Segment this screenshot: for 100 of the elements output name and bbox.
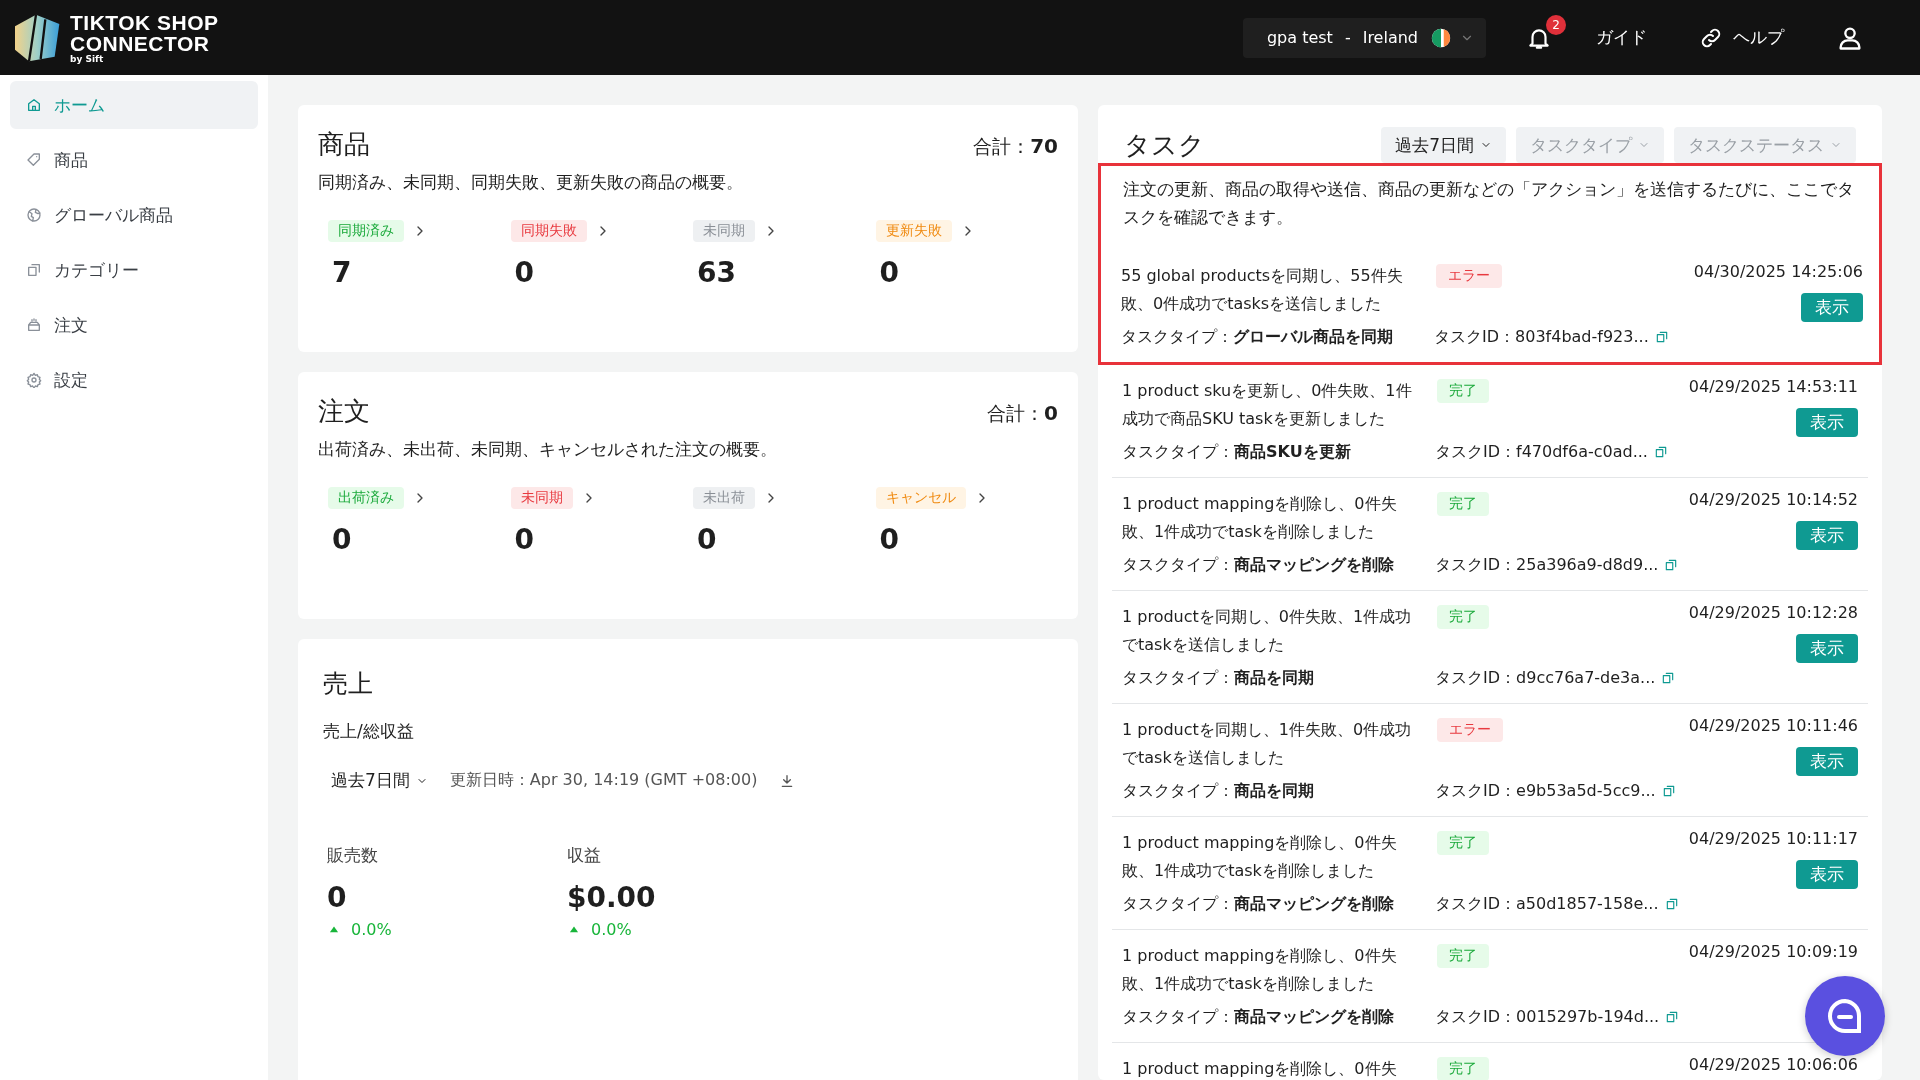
task-type: タスクタイプ：商品マッピングを削除: [1122, 893, 1395, 915]
task-description: 55 global productsを同期し、55件失敗、0件成功でtasksを送信しました: [1121, 265, 1404, 315]
status-badge: 完了: [1437, 605, 1489, 629]
globe-icon: [26, 207, 42, 223]
task-type: タスクタイプ：商品SKUを更新: [1122, 441, 1352, 463]
task-description: 1 product mappingを削除し、0件失: [1122, 1058, 1398, 1080]
sidebar-item[interactable]: カテゴリー: [10, 246, 258, 294]
task-note: 注文の更新、商品の取得や送信、商品の更新などの「アクション」を送信するたびに、ここでタスクを確認できます。: [1122, 179, 1855, 229]
view-button[interactable]: 表示: [1796, 634, 1858, 663]
stat-value: 0: [513, 256, 535, 289]
metric-value: $0.00: [567, 881, 657, 914]
task-date: 04/29/2025 10:06:06: [1688, 1055, 1858, 1074]
view-button[interactable]: 表示: [1796, 860, 1858, 889]
stat-value: 0: [878, 523, 900, 556]
copy-icon: [1654, 330, 1669, 344]
card-title: 商品: [318, 128, 370, 161]
stat-value: 0: [696, 523, 718, 556]
status-badge: 完了: [1437, 1057, 1489, 1080]
task-type: タスクタイプ：商品マッピングを削除: [1122, 554, 1395, 576]
status-tag[interactable]: 同期済み: [328, 220, 404, 242]
guide-link[interactable]: ガイド: [1596, 26, 1647, 49]
status-badge: 完了: [1437, 379, 1489, 403]
status-badge: 完了: [1437, 944, 1489, 968]
total-label: 合計：: [987, 402, 1045, 424]
card-title: タスク: [1124, 129, 1205, 162]
view-button[interactable]: 表示: [1796, 408, 1858, 437]
sidebar-item[interactable]: 商品: [10, 136, 258, 184]
status-tag[interactable]: キャンセル: [875, 487, 966, 509]
logo-text: TIKTOK SHOP: [70, 11, 219, 33]
task-id: タスクID：f470df6a-c0ad...: [1435, 441, 1648, 463]
task-description: 1 productを同期し、0件失敗、1件成功でtaskを送信しました: [1122, 606, 1413, 656]
sidebar-item[interactable]: グローバル商品: [10, 191, 258, 239]
updated-time: 更新日時：Apr 30, 14:19 (GMT +08:00): [449, 770, 758, 791]
stat-value: 0: [513, 523, 535, 556]
task-type: タスクタイプ：商品を同期: [1122, 667, 1315, 689]
card-title: 売上: [323, 668, 374, 700]
task-date: 04/30/2025 14:25:06: [1693, 262, 1863, 281]
status-tag[interactable]: 更新失敗: [875, 220, 952, 242]
stat-value: 0: [331, 523, 353, 556]
filter-dropdown[interactable]: タスクタイプ: [1516, 127, 1664, 163]
store-selector[interactable]: gpa test - Ireland: [1242, 17, 1486, 58]
task-id: タスクID：e9b53a5d-5cc9...: [1435, 780, 1656, 802]
help-link[interactable]: ヘルプ: [1699, 25, 1784, 50]
copy-icon: [1665, 1010, 1680, 1024]
card-title: 注文: [318, 395, 370, 428]
view-button[interactable]: 表示: [1796, 747, 1858, 776]
task-date: 04/29/2025 10:11:46: [1688, 716, 1858, 735]
metric-label: 販売数: [327, 844, 379, 867]
change-value: 0.0%: [591, 920, 632, 939]
settings-icon: [26, 372, 42, 388]
total-value: 0: [1044, 401, 1058, 425]
total-label: 合計：: [973, 135, 1031, 157]
sidebar-item[interactable]: ホーム: [10, 81, 258, 129]
status-tag[interactable]: 未同期: [510, 487, 573, 509]
sidebar-item[interactable]: 設定: [10, 356, 258, 404]
status-badge: 完了: [1437, 492, 1489, 516]
copy-icon: [26, 262, 42, 278]
period-dropdown[interactable]: 過去7日間: [331, 769, 428, 792]
status-tag[interactable]: 未同期: [693, 220, 755, 242]
stat-value: 7: [331, 256, 353, 289]
stat-value: 0: [878, 256, 900, 289]
task-date: 04/29/2025 10:12:28: [1688, 603, 1858, 622]
task-date: 04/29/2025 14:53:11: [1688, 377, 1858, 396]
card-description: 出荷済み、未出荷、未同期、キャンセルされた注文の概要。: [318, 439, 778, 461]
task-description: 1 product skuを更新し、0件失敗、1件成功で商品SKU taskを更新しました: [1122, 380, 1413, 430]
status-badge: エラー: [1436, 264, 1502, 288]
task-type: タスクタイプ：グローバル商品を同期: [1121, 326, 1394, 348]
tray-icon: [26, 317, 42, 333]
copy-icon: [1664, 897, 1679, 911]
view-button[interactable]: 表示: [1796, 521, 1858, 550]
tag-icon: [26, 152, 42, 168]
filter-dropdown[interactable]: 過去7日間: [1381, 127, 1506, 163]
task-date: 04/29/2025 10:14:52: [1688, 490, 1858, 509]
copy-icon: [1653, 445, 1668, 459]
country-name: Ireland: [1362, 28, 1418, 47]
sidebar-item[interactable]: 注文: [10, 301, 258, 349]
task-id: タスクID：803f4bad-f923...: [1434, 326, 1649, 348]
task-id: タスクID：d9cc76a7-de3a...: [1435, 667, 1656, 689]
metric-label: 収益: [567, 844, 602, 867]
view-button[interactable]: 表示: [1801, 293, 1863, 322]
task-date: 04/29/2025 10:11:17: [1688, 829, 1858, 848]
home-icon: [26, 97, 42, 113]
change-value: 0.0%: [351, 920, 392, 939]
task-description: 1 product mappingを削除し、0件失敗、1件成功でtaskを削除しました: [1122, 493, 1398, 543]
filter-dropdown[interactable]: タスクステータス: [1674, 127, 1856, 163]
metric-value: 0: [327, 881, 348, 914]
copy-icon: [1664, 558, 1679, 572]
status-tag[interactable]: 未出荷: [693, 487, 755, 509]
card-description: 同期済み、未同期、同期失敗、更新失敗の商品の概要。: [318, 172, 744, 194]
task-type: タスクタイプ：商品を同期: [1122, 780, 1315, 802]
task-id: タスクID：a50d1857-158e...: [1435, 893, 1659, 915]
logo-byline: by Sift: [70, 54, 105, 64]
notification-count: 2: [1546, 14, 1566, 35]
total-value: 70: [1030, 134, 1058, 158]
logo-text: CONNECTOR: [70, 32, 211, 54]
status-tag[interactable]: 同期失敗: [510, 220, 587, 242]
status-badge: 完了: [1437, 831, 1489, 855]
copy-icon: [1661, 784, 1676, 798]
task-id: タスクID：25a396a9-d8d9...: [1435, 554, 1659, 576]
status-tag[interactable]: 出荷済み: [328, 487, 404, 509]
